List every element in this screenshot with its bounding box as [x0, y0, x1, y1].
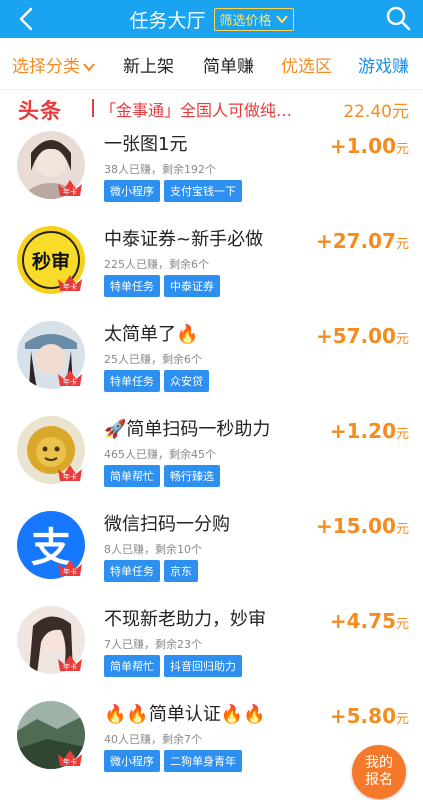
task-meta: 25人已赚，剩余6个 [104, 353, 202, 366]
task-reward: +27.07元 [316, 229, 409, 253]
divider [92, 99, 94, 117]
headline-banner[interactable]: 头条 「金事通」全国人可做纯… 22.40元 [0, 90, 423, 126]
svg-text:年卡: 年卡 [63, 187, 77, 196]
task-tag: 特单任务 [104, 560, 160, 582]
headline-text: 「金事通」全国人可做纯… [100, 101, 293, 120]
tab-simple-earn[interactable]: 简单赚 [203, 52, 254, 77]
task-meta: 7人已赚，剩余23个 [104, 638, 202, 651]
filter-price-button[interactable]: 筛选价格 [213, 7, 294, 31]
category-tabs: 选择分类 新上架 简单赚 优选区 游戏赚 [0, 38, 423, 90]
reward-amount: +27.07 [315, 229, 396, 253]
task-reward: +1.00元 [330, 134, 409, 158]
task-tag: 二狗单身青年 [164, 750, 242, 772]
task-item[interactable]: 年卡 一张图1元 38人已赚，剩余192个 微小程序 支付宝钱一下 +1.00元 [0, 130, 423, 225]
task-title: 微信扫码一分购 [104, 514, 230, 535]
task-item[interactable]: 年卡 不现新老助力，妙审 7人已赚，剩余23个 简单帮忙 抖音回归助力 +4.7… [0, 605, 423, 700]
task-meta: 38人已赚，剩余192个 [104, 163, 216, 176]
task-tag: 微小程序 [104, 750, 160, 772]
chevron-down-icon [275, 15, 288, 24]
crown-badge-icon: 年卡 [58, 370, 82, 386]
page-title: 任务大厅 [129, 9, 206, 32]
task-title: 中泰证券~新手必做 [104, 229, 264, 250]
task-title: 一张图1元 [104, 134, 188, 155]
task-meta: 40人已赚，剩余7个 [104, 733, 202, 746]
task-title: 不现新老助力，妙审 [104, 609, 266, 630]
svg-text:年卡: 年卡 [63, 757, 77, 766]
headline-price: 22.40元 [343, 102, 409, 122]
reward-amount: +5.80 [329, 704, 396, 728]
tab-select-category[interactable]: 选择分类 [12, 52, 95, 77]
task-meta: 8人已赚，剩余10个 [104, 543, 202, 556]
svg-text:年卡: 年卡 [63, 662, 77, 671]
task-tag: 京东 [164, 560, 198, 582]
tab-game-earn[interactable]: 游戏赚 [358, 52, 409, 77]
reward-unit: 元 [395, 332, 409, 347]
filter-price-label: 筛选价格 [219, 13, 272, 29]
task-tag: 支付宝钱一下 [164, 180, 242, 202]
task-title: 🔥🔥简单认证🔥🔥 [104, 704, 266, 725]
reward-unit: 元 [395, 237, 409, 252]
crown-badge-icon: 年卡 [58, 655, 82, 671]
task-tag: 特单任务 [104, 275, 160, 297]
headline-brand: 头条 [18, 99, 62, 123]
top-bar: 任务大厅 筛选价格 [0, 0, 423, 38]
crown-badge-icon: 年卡 [58, 180, 82, 196]
reward-amount: +15.00 [315, 514, 396, 538]
tab-new[interactable]: 新上架 [123, 52, 174, 77]
svg-text:秒审: 秒审 [32, 250, 70, 273]
tab-preferred[interactable]: 优选区 [281, 52, 332, 77]
task-tag: 中泰证券 [164, 275, 220, 297]
task-tag: 简单帮忙 [104, 655, 160, 677]
task-reward: +1.20元 [330, 419, 409, 443]
reward-amount: +1.20 [329, 419, 396, 443]
chevron-down-icon [83, 63, 95, 72]
reward-unit: 元 [395, 617, 409, 632]
task-reward: +57.00元 [316, 324, 409, 348]
task-tag: 微小程序 [104, 180, 160, 202]
my-applications-line2: 报名 [365, 772, 393, 788]
reward-unit: 元 [395, 712, 409, 727]
svg-text:年卡: 年卡 [63, 472, 77, 481]
task-tag: 众安贷 [164, 370, 209, 392]
task-tag: 抖音回归助力 [164, 655, 242, 677]
task-list: 头条 「金事通」全国人可做纯… 22.40元 年卡 一张图1元 38人已赚，剩余… [0, 90, 423, 800]
reward-unit: 元 [395, 142, 409, 157]
tab-label: 选择分类 [12, 57, 80, 77]
svg-text:年卡: 年卡 [63, 377, 77, 386]
crown-badge-icon: 年卡 [58, 560, 82, 576]
task-title: 🚀简单扫码一秒助力 [104, 419, 271, 440]
search-icon[interactable] [385, 5, 411, 31]
task-meta: 225人已赚，剩余6个 [104, 258, 209, 271]
task-meta: 465人已赚，剩余45个 [104, 448, 216, 461]
reward-unit: 元 [395, 427, 409, 442]
crown-badge-icon: 年卡 [58, 275, 82, 291]
task-tag: 简单帮忙 [104, 465, 160, 487]
task-tag: 畅行臻选 [164, 465, 220, 487]
reward-amount: +57.00 [315, 324, 396, 348]
reward-amount: +1.00 [329, 134, 396, 158]
task-item[interactable]: 支 年卡 微信扫码一分购 8人已赚，剩余10个 特单任务 京东 +15.00元 [0, 510, 423, 605]
task-item[interactable]: 秒审 年卡 中泰证券~新手必做 225人已赚，剩余6个 特单任务 中泰证券 +2… [0, 225, 423, 320]
svg-text:年卡: 年卡 [63, 282, 77, 291]
svg-text:年卡: 年卡 [63, 567, 77, 576]
task-reward: +5.80元 [330, 704, 409, 728]
task-item[interactable]: 年卡 太简单了🔥 25人已赚，剩余6个 特单任务 众安贷 +57.00元 [0, 320, 423, 415]
reward-unit: 元 [395, 522, 409, 537]
task-reward: +15.00元 [316, 514, 409, 538]
my-applications-line1: 我的 [365, 755, 393, 771]
my-applications-button[interactable]: 我的 报名 [352, 745, 406, 799]
task-title: 太简单了🔥 [104, 324, 199, 345]
task-reward: +4.75元 [330, 609, 409, 633]
crown-badge-icon: 年卡 [58, 465, 82, 481]
reward-amount: +4.75 [329, 609, 396, 633]
crown-badge-icon: 年卡 [58, 750, 82, 766]
task-tag: 特单任务 [104, 370, 160, 392]
task-item[interactable]: 年卡 🚀简单扫码一秒助力 465人已赚，剩余45个 简单帮忙 畅行臻选 +1.2… [0, 415, 423, 510]
